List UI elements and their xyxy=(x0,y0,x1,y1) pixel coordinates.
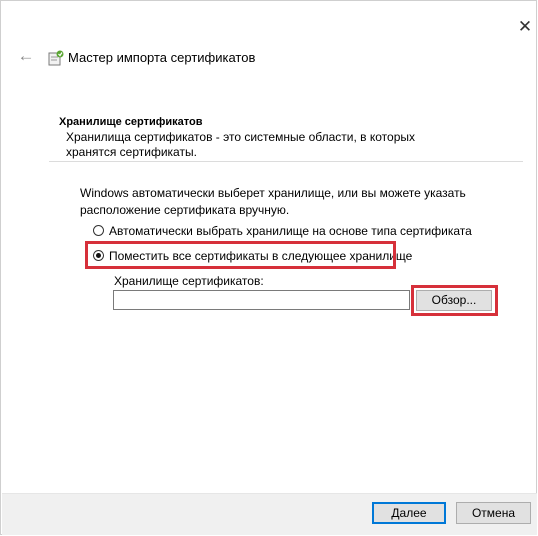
window-title: Мастер импорта сертификатов xyxy=(68,50,256,65)
highlight-box-browse xyxy=(411,285,498,316)
store-field-label: Хранилище сертификатов: xyxy=(114,274,264,288)
radio-auto-select[interactable]: Автоматически выбрать хранилище на основ… xyxy=(93,223,472,240)
section-title: Хранилище сертификатов xyxy=(59,116,203,128)
section-description: Хранилища сертификатов - это системные о… xyxy=(66,130,415,159)
info-text: Windows автоматически выберет хранилище,… xyxy=(80,186,466,217)
next-button[interactable]: Далее xyxy=(372,502,446,524)
back-arrow-icon[interactable]: ← xyxy=(15,45,37,67)
certificate-wizard-icon xyxy=(48,50,64,66)
highlight-box-radio xyxy=(85,241,396,269)
cancel-button[interactable]: Отмена xyxy=(456,502,531,524)
radio-auto-select-label: Автоматически выбрать хранилище на основ… xyxy=(109,224,472,238)
store-input[interactable] xyxy=(113,290,410,310)
wizard-window: ✕ ← Мастер импорта сертификатов Хранилищ… xyxy=(0,0,537,535)
header-divider xyxy=(49,161,523,162)
radio-button[interactable] xyxy=(93,225,104,236)
close-icon[interactable]: ✕ xyxy=(513,15,537,39)
